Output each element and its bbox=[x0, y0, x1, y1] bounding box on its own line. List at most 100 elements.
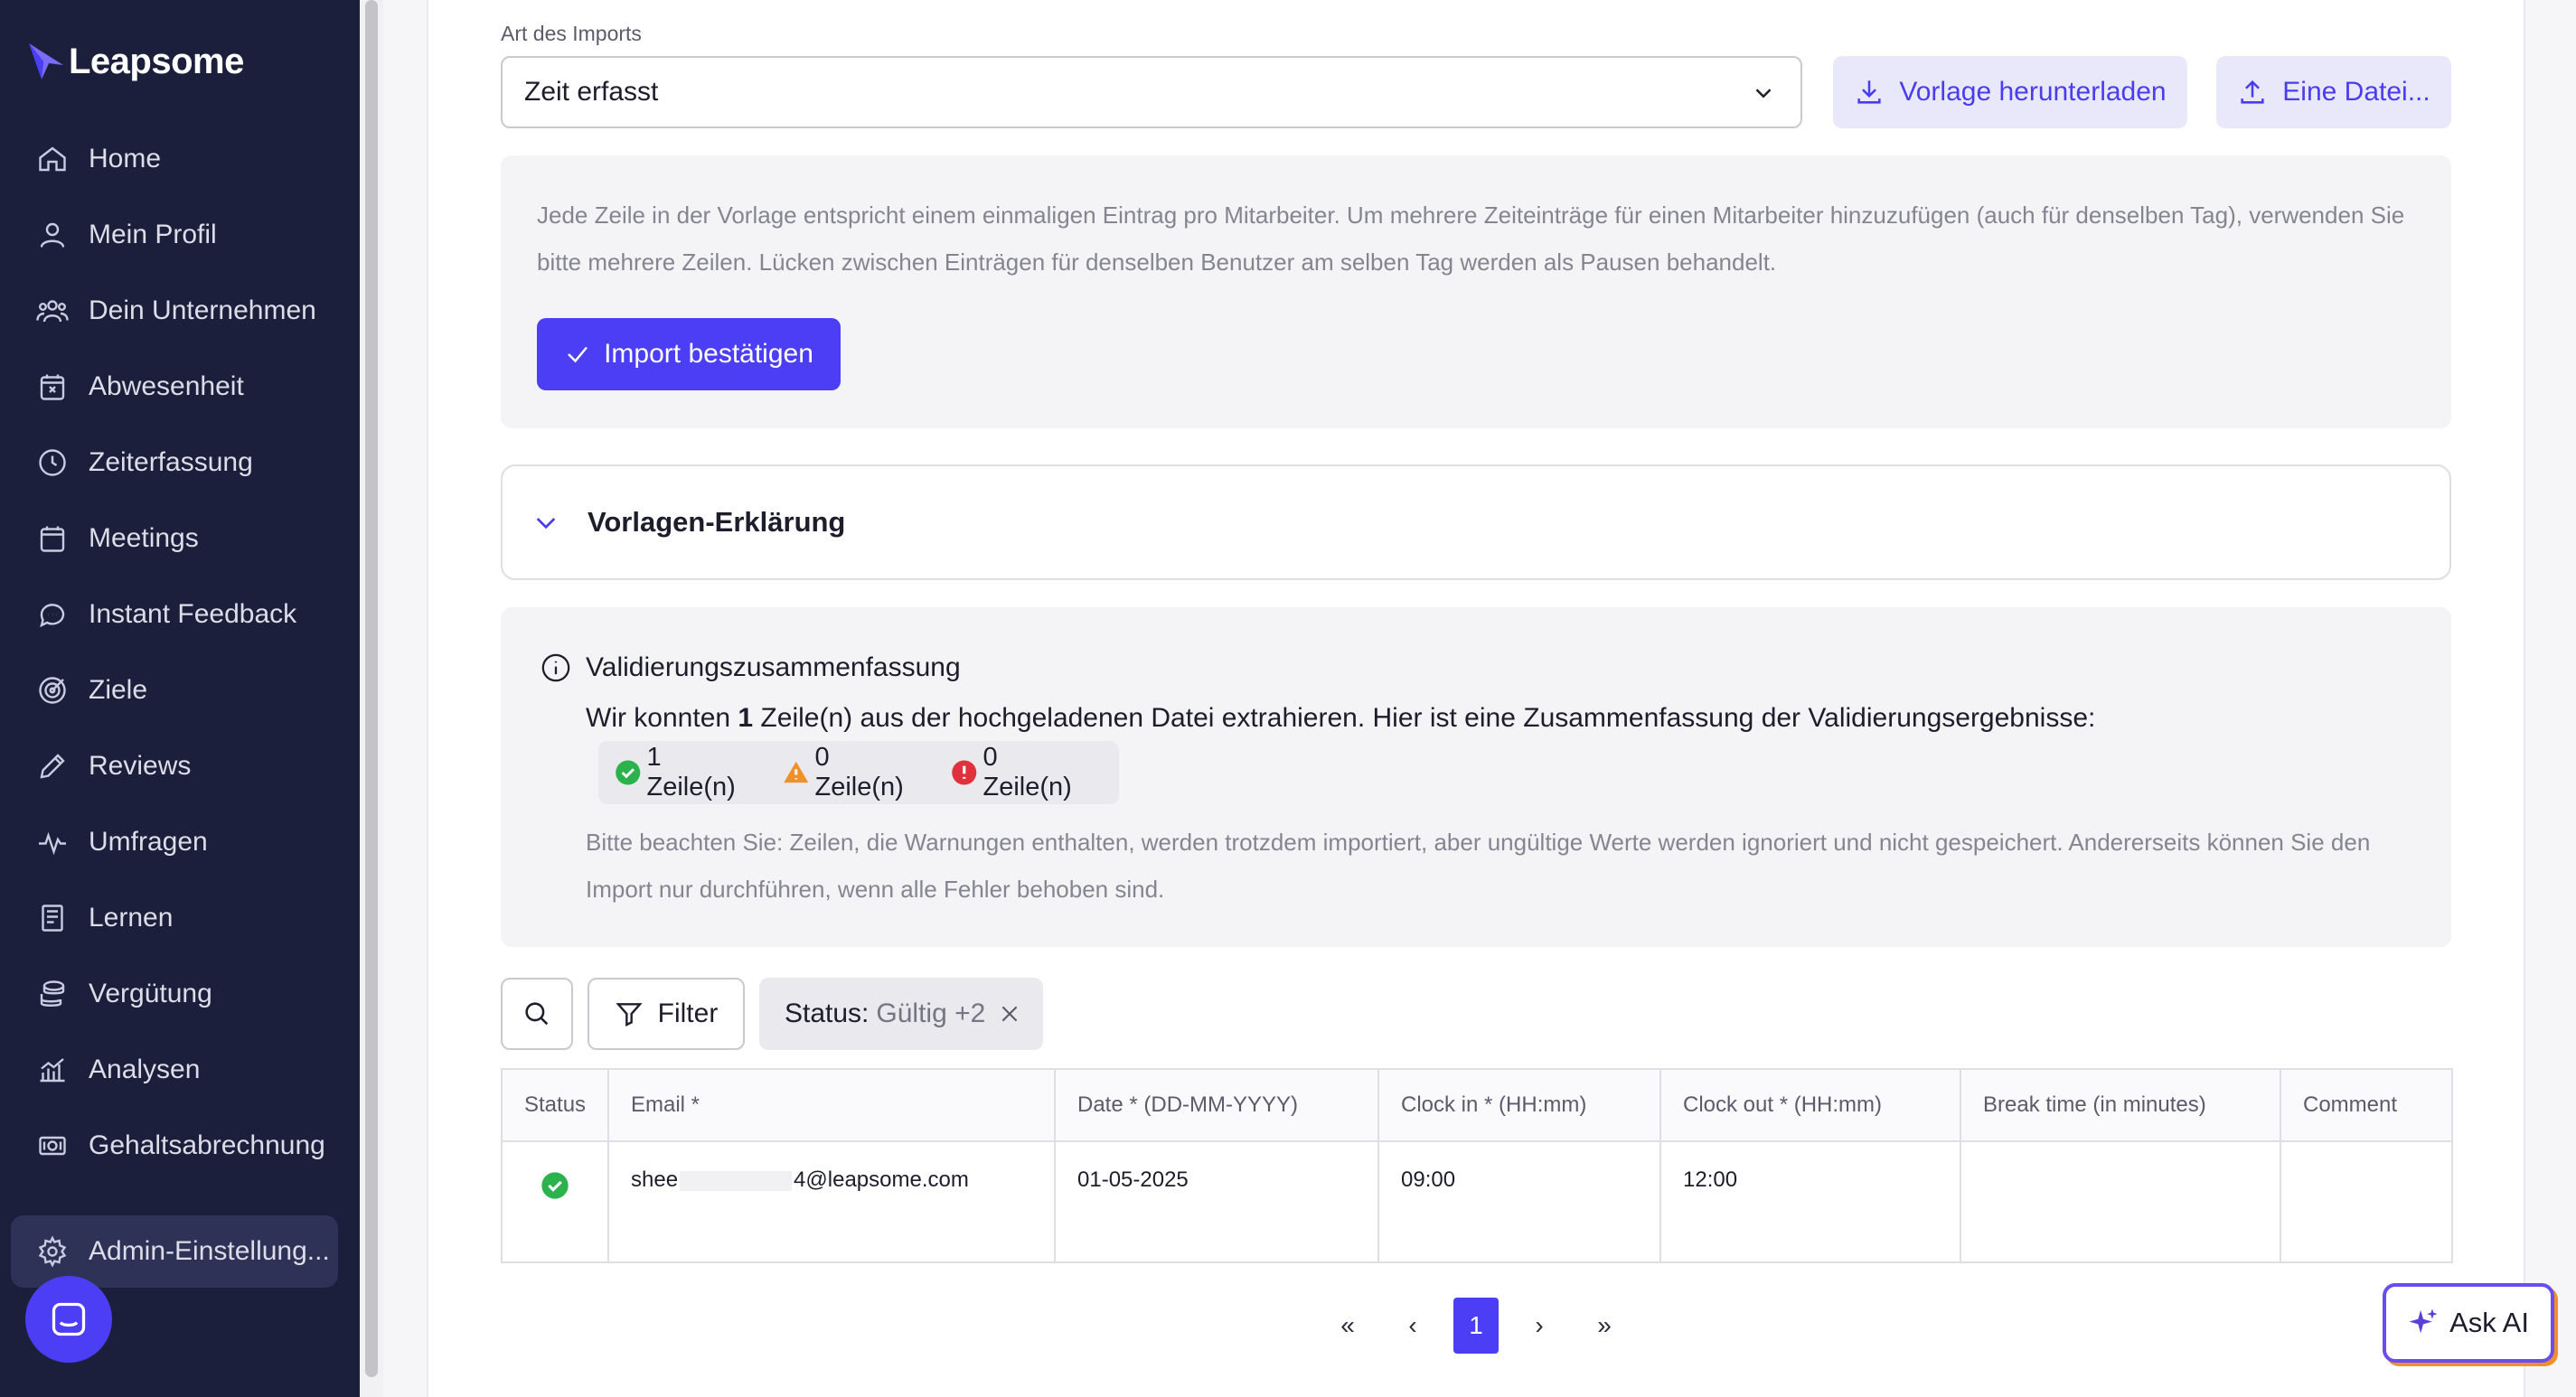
chat-bubble-icon bbox=[52, 1302, 86, 1336]
sidebar-item-label: Home bbox=[89, 144, 162, 173]
clock-out-cell: 12:00 bbox=[1659, 1140, 1961, 1263]
search-icon bbox=[525, 1002, 549, 1026]
chevron-down-icon bbox=[536, 518, 556, 530]
upload-file-button[interactable]: Eine Datei... bbox=[2216, 56, 2451, 128]
sidebar-item-reviews[interactable]: Reviews bbox=[0, 735, 360, 798]
filter-icon bbox=[616, 1003, 643, 1027]
confirm-import-label: Import bestätigen bbox=[604, 339, 813, 369]
summary-prefix: Wir konnten bbox=[586, 703, 738, 733]
divider bbox=[2524, 0, 2525, 1397]
clock-in-cell: 09:00 bbox=[1377, 1140, 1661, 1263]
sparkle-icon bbox=[2409, 1308, 2438, 1334]
search-button[interactable] bbox=[501, 978, 573, 1050]
pulse-icon bbox=[34, 824, 71, 860]
status-filter-value: Gültig +2 bbox=[876, 999, 986, 1028]
sidebar-item-umfragen[interactable]: Umfragen bbox=[0, 811, 360, 874]
sidebar-item-abwesenheit[interactable]: Abwesenheit bbox=[0, 355, 360, 418]
email-end: 4@leapsome.com bbox=[794, 1167, 969, 1192]
column-header[interactable]: Clock out * (HH:mm) bbox=[1659, 1068, 1961, 1142]
sidebar-item-analysen[interactable]: Analysen bbox=[0, 1038, 360, 1102]
confirm-import-button[interactable]: Import bestätigen bbox=[537, 318, 841, 390]
home-icon bbox=[34, 141, 71, 177]
gear-icon bbox=[34, 1233, 71, 1270]
valid-rows-chip: 1 Zeile(n) bbox=[615, 743, 756, 802]
calendar-icon bbox=[34, 520, 71, 557]
filter-button[interactable]: Filter bbox=[588, 978, 745, 1050]
sidebar-item-label: Dein Unternehmen bbox=[89, 295, 316, 325]
sidebar-item-label: Vergütung bbox=[89, 979, 212, 1008]
sidebar-item-mein-profil[interactable]: Mein Profil bbox=[0, 203, 360, 267]
sidebar-item-label: Analysen bbox=[89, 1055, 201, 1084]
error-rows-count: 0 Zeile(n) bbox=[982, 743, 1072, 802]
import-type-label: Art des Imports bbox=[501, 22, 642, 45]
sidebar-scrollbar-thumb[interactable] bbox=[365, 0, 378, 1377]
column-header[interactable]: Email * bbox=[607, 1068, 1056, 1142]
import-preview-table: Status Email * Date * (DD-MM-YYYY) Clock… bbox=[501, 1068, 2453, 1263]
column-header[interactable]: Status bbox=[501, 1068, 609, 1142]
download-icon bbox=[1857, 80, 1881, 104]
chart-icon bbox=[34, 1052, 71, 1088]
validation-note: Bitte beachten Sie: Zeilen, die Warnunge… bbox=[586, 829, 2371, 903]
target-icon bbox=[34, 672, 71, 708]
sidebar-item-lernen[interactable]: Lernen bbox=[0, 886, 360, 950]
column-header[interactable]: Comment bbox=[2280, 1068, 2453, 1142]
status-filter-tag[interactable]: Status: Gültig +2 bbox=[759, 978, 1043, 1050]
sidebar-item-zeiterfassung[interactable]: Zeiterfassung bbox=[0, 431, 360, 494]
pagination-last[interactable]: » bbox=[1582, 1298, 1627, 1354]
sidebar-item-instant-feedback[interactable]: Instant Feedback bbox=[0, 583, 360, 646]
sidebar-item-meetings[interactable]: Meetings bbox=[0, 507, 360, 570]
warning-icon bbox=[784, 761, 809, 783]
sidebar-item-label: Abwesenheit bbox=[89, 371, 244, 401]
table-row: shee 4@leapsome.com 01-05-2025 09:00 12:0… bbox=[501, 1140, 2453, 1263]
validation-result-chips: 1 Zeile(n) 0 Zeile(n) 0 Zeile(n) bbox=[598, 741, 1119, 804]
import-type-select[interactable]: Zeit erfasst bbox=[501, 56, 1802, 128]
email-cell: shee 4@leapsome.com bbox=[607, 1140, 1056, 1263]
sidebar-item-label: Zeiterfassung bbox=[89, 447, 253, 477]
error-icon bbox=[952, 760, 977, 785]
sidebar-item-label: Umfragen bbox=[89, 827, 208, 857]
filter-label: Filter bbox=[657, 999, 719, 1028]
pagination-next[interactable]: › bbox=[1517, 1298, 1562, 1354]
summary-suffix: Zeile(n) aus der hochgeladenen Datei ext… bbox=[753, 703, 2096, 733]
content-gutter-left bbox=[383, 0, 428, 1397]
pagination-current[interactable]: 1 bbox=[1453, 1298, 1499, 1354]
warning-rows-chip: 0 Zeile(n) bbox=[783, 743, 924, 802]
sidebar-item-dein-unternehmen[interactable]: Dein Unternehmen bbox=[0, 279, 360, 342]
column-header[interactable]: Break time (in minutes) bbox=[1960, 1068, 2281, 1142]
ask-ai-label: Ask AI bbox=[2449, 1307, 2529, 1338]
upload-file-label: Eine Datei... bbox=[2282, 77, 2430, 107]
check-circle-icon bbox=[541, 1172, 569, 1199]
date-cell: 01-05-2025 bbox=[1054, 1140, 1379, 1263]
book-icon bbox=[34, 900, 71, 936]
info-icon bbox=[541, 653, 570, 682]
pagination-prev[interactable]: ‹ bbox=[1390, 1298, 1435, 1354]
support-chat-button[interactable] bbox=[25, 1276, 112, 1363]
sidebar-item-home[interactable]: Home bbox=[0, 127, 360, 191]
sidebar: Leapsome Home Mein Profil Dein Unternehm… bbox=[0, 0, 360, 1397]
redacted-text bbox=[680, 1170, 793, 1191]
status-cell bbox=[501, 1140, 609, 1263]
warning-rows-count: 0 Zeile(n) bbox=[814, 743, 904, 802]
sidebar-item-ziele[interactable]: Ziele bbox=[0, 659, 360, 722]
column-header[interactable]: Clock in * (HH:mm) bbox=[1377, 1068, 1661, 1142]
sidebar-item-label: Reviews bbox=[89, 751, 192, 781]
break-time-cell bbox=[1960, 1140, 2281, 1263]
pagination-first[interactable]: « bbox=[1325, 1298, 1370, 1354]
column-header[interactable]: Date * (DD-MM-YYYY) bbox=[1054, 1068, 1379, 1142]
ask-ai-button[interactable]: Ask AI bbox=[2383, 1283, 2554, 1363]
check-icon bbox=[568, 346, 588, 363]
brand-name[interactable]: Leapsome bbox=[69, 42, 244, 82]
chevron-down-icon bbox=[1755, 89, 1772, 98]
status-filter-label: Status: bbox=[785, 999, 870, 1028]
close-icon[interactable] bbox=[998, 1002, 1021, 1026]
download-template-button[interactable]: Vorlage herunterladen bbox=[1833, 56, 2187, 128]
coins-icon bbox=[34, 976, 71, 1012]
sidebar-item-gehaltsabrechnung[interactable]: Gehaltsabrechnung bbox=[0, 1114, 360, 1177]
upload-icon bbox=[2241, 80, 2264, 104]
check-circle-icon bbox=[616, 760, 641, 785]
user-icon bbox=[34, 217, 71, 253]
sidebar-item-verguetung[interactable]: Vergütung bbox=[0, 962, 360, 1026]
template-explanation-accordion[interactable]: Vorlagen-Erklärung bbox=[501, 464, 2451, 580]
pen-icon bbox=[34, 748, 71, 784]
users-icon bbox=[34, 293, 71, 329]
